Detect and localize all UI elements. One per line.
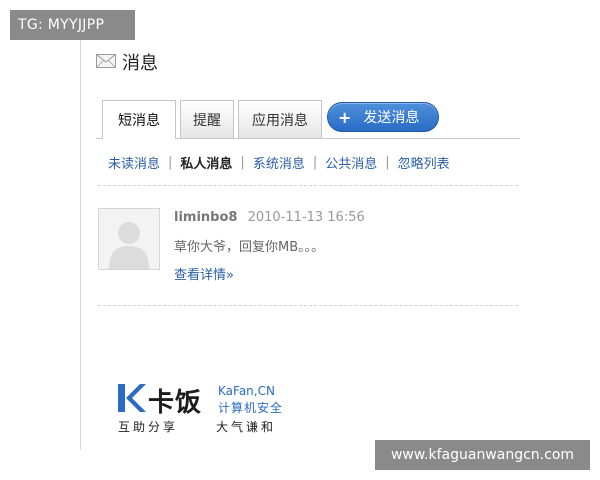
send-message-label: 发送消息 xyxy=(363,110,420,126)
message-datetime: 2010-11-13 16:56 xyxy=(247,210,365,225)
filter-unread[interactable]: 未读消息 xyxy=(108,153,160,172)
filter-ignore-list[interactable]: 忽略列表 xyxy=(398,153,450,172)
tab-app-messages[interactable]: 应用消息 xyxy=(238,100,322,138)
logo-brand-cn: 计算机安全 xyxy=(218,401,284,415)
filter-private[interactable]: 私人消息 xyxy=(180,153,232,172)
tab-short-messages[interactable]: 短消息 xyxy=(102,100,176,139)
watermark-bottom-right: www.kfaguanwangcn.com xyxy=(375,440,590,470)
divider xyxy=(98,305,518,306)
filter-public[interactable]: 公共消息 xyxy=(325,153,377,172)
avatar[interactable] xyxy=(98,208,160,270)
divider xyxy=(98,185,518,186)
message-username[interactable]: liminbo8 xyxy=(174,210,237,225)
watermark-top-left: TG: MYYJJPP xyxy=(10,10,135,40)
kafan-k-icon xyxy=(118,384,146,412)
left-divider xyxy=(80,40,81,450)
kafan-logo: 卡饭 KaFan,CN 计算机安全 互助分享 大气谦和 xyxy=(118,382,293,434)
user-silhouette-icon xyxy=(109,222,149,269)
filter-system[interactable]: 系统消息 xyxy=(253,153,305,172)
logo-brand: 卡饭 xyxy=(148,388,203,418)
plus-icon: + xyxy=(338,107,352,127)
page-title: 消息 xyxy=(122,53,158,74)
send-message-button[interactable]: + 发送消息 xyxy=(327,102,439,132)
tab-reminders[interactable]: 提醒 xyxy=(180,100,234,138)
page-header: 消息 xyxy=(96,50,158,74)
message-filter-nav: 未读消息 | 私人消息 | 系统消息 | 公共消息 | 忽略列表 xyxy=(108,153,450,172)
envelope-icon xyxy=(96,53,116,72)
message-meta: liminbo8 2010-11-13 16:56 xyxy=(174,210,365,225)
view-details-link[interactable]: 查看详情» xyxy=(174,264,234,283)
logo-brand-en: KaFan,CN xyxy=(218,384,275,398)
logo-slogan-right: 大气谦和 xyxy=(216,420,277,434)
message-text: 草你大爷，回复你MB。。。 xyxy=(174,240,325,255)
logo-slogan-left: 互助分享 xyxy=(118,420,179,434)
